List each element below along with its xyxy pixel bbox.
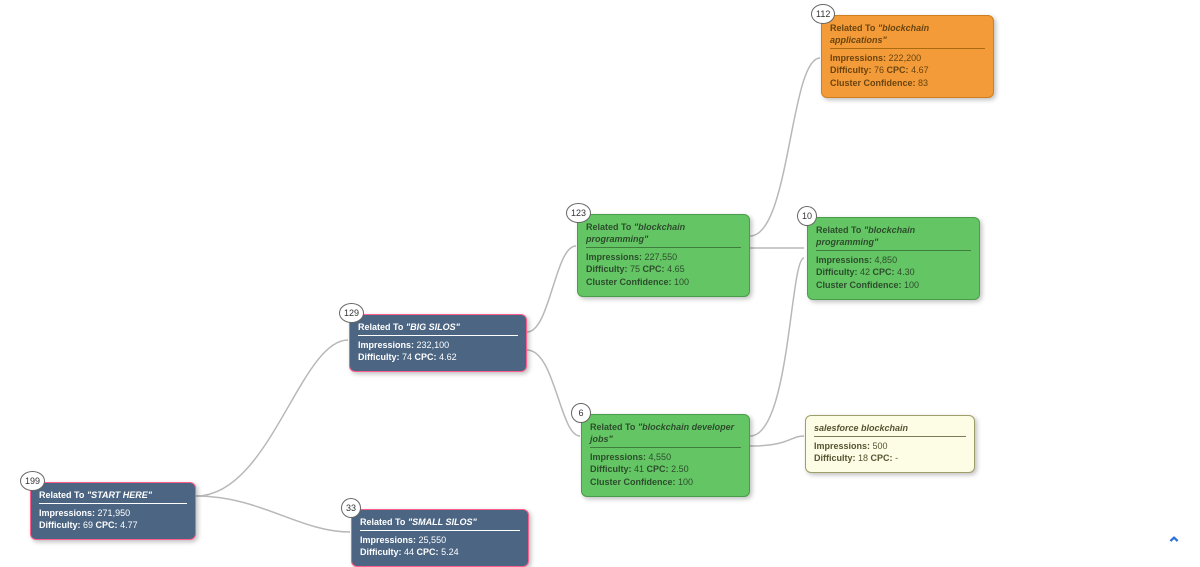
node-badge-devjobs: 6 [571, 403, 591, 423]
scroll-to-top-button[interactable]: ⌃ [1162, 532, 1186, 556]
metric-difficulty-cpc: Difficulty: 41 CPC: 2.50 [590, 463, 741, 475]
node-title: Related To "blockchain programming" [586, 221, 741, 248]
node-badge-start: 199 [20, 471, 45, 491]
node-badge-small: 33 [341, 498, 361, 518]
metric-difficulty-cpc: Difficulty: 74 CPC: 4.62 [358, 351, 518, 363]
metric-impressions: Impressions: 4,550 [590, 451, 741, 463]
node-blockchain-developer-jobs[interactable]: Related To "blockchain developer jobs" I… [581, 414, 750, 497]
node-blockchain-programming-123[interactable]: Related To "blockchain programming" Impr… [577, 214, 750, 297]
node-small-silos[interactable]: Related To "SMALL SILOS" Impressions: 25… [351, 509, 529, 567]
metric-impressions: Impressions: 222,200 [830, 52, 985, 64]
node-title: Related To "blockchain applications" [830, 22, 985, 49]
node-badge-big: 129 [339, 303, 364, 323]
metric-difficulty-cpc: Difficulty: 44 CPC: 5.24 [360, 546, 520, 558]
node-title: Related To "START HERE" [39, 489, 187, 504]
node-title: Related To "blockchain developer jobs" [590, 421, 741, 448]
node-title: Related To "SMALL SILOS" [360, 516, 520, 531]
metric-difficulty-cpc: Difficulty: 69 CPC: 4.77 [39, 519, 187, 531]
metric-impressions: Impressions: 227,550 [586, 251, 741, 263]
metric-confidence: Cluster Confidence: 100 [816, 279, 971, 291]
node-blockchain-programming-10[interactable]: Related To "blockchain programming" Impr… [807, 217, 980, 300]
node-title: salesforce blockchain [814, 422, 966, 437]
metric-confidence: Cluster Confidence: 100 [586, 276, 741, 288]
metric-confidence: Cluster Confidence: 83 [830, 77, 985, 89]
metric-impressions: Impressions: 271,950 [39, 507, 187, 519]
node-blockchain-applications[interactable]: Related To "blockchain applications" Imp… [821, 15, 994, 98]
metric-impressions: Impressions: 4,850 [816, 254, 971, 266]
metric-difficulty-cpc: Difficulty: 76 CPC: 4.67 [830, 64, 985, 76]
metric-confidence: Cluster Confidence: 100 [590, 476, 741, 488]
node-badge-bp123: 123 [566, 203, 591, 223]
node-badge-bp10: 10 [797, 206, 817, 226]
metric-impressions: Impressions: 232,100 [358, 339, 518, 351]
metric-impressions: Impressions: 25,550 [360, 534, 520, 546]
node-start-here[interactable]: Related To "START HERE" Impressions: 271… [30, 482, 196, 540]
metric-difficulty-cpc: Difficulty: 18 CPC: - [814, 452, 966, 464]
node-big-silos[interactable]: Related To "BIG SILOS" Impressions: 232,… [349, 314, 527, 372]
chevron-up-icon: ⌃ [1166, 534, 1181, 555]
metric-difficulty-cpc: Difficulty: 75 CPC: 4.65 [586, 263, 741, 275]
node-salesforce-blockchain[interactable]: salesforce blockchain Impressions: 500 D… [805, 415, 975, 473]
node-title: Related To "blockchain programming" [816, 224, 971, 251]
node-title: Related To "BIG SILOS" [358, 321, 518, 336]
metric-difficulty-cpc: Difficulty: 42 CPC: 4.30 [816, 266, 971, 278]
metric-impressions: Impressions: 500 [814, 440, 966, 452]
